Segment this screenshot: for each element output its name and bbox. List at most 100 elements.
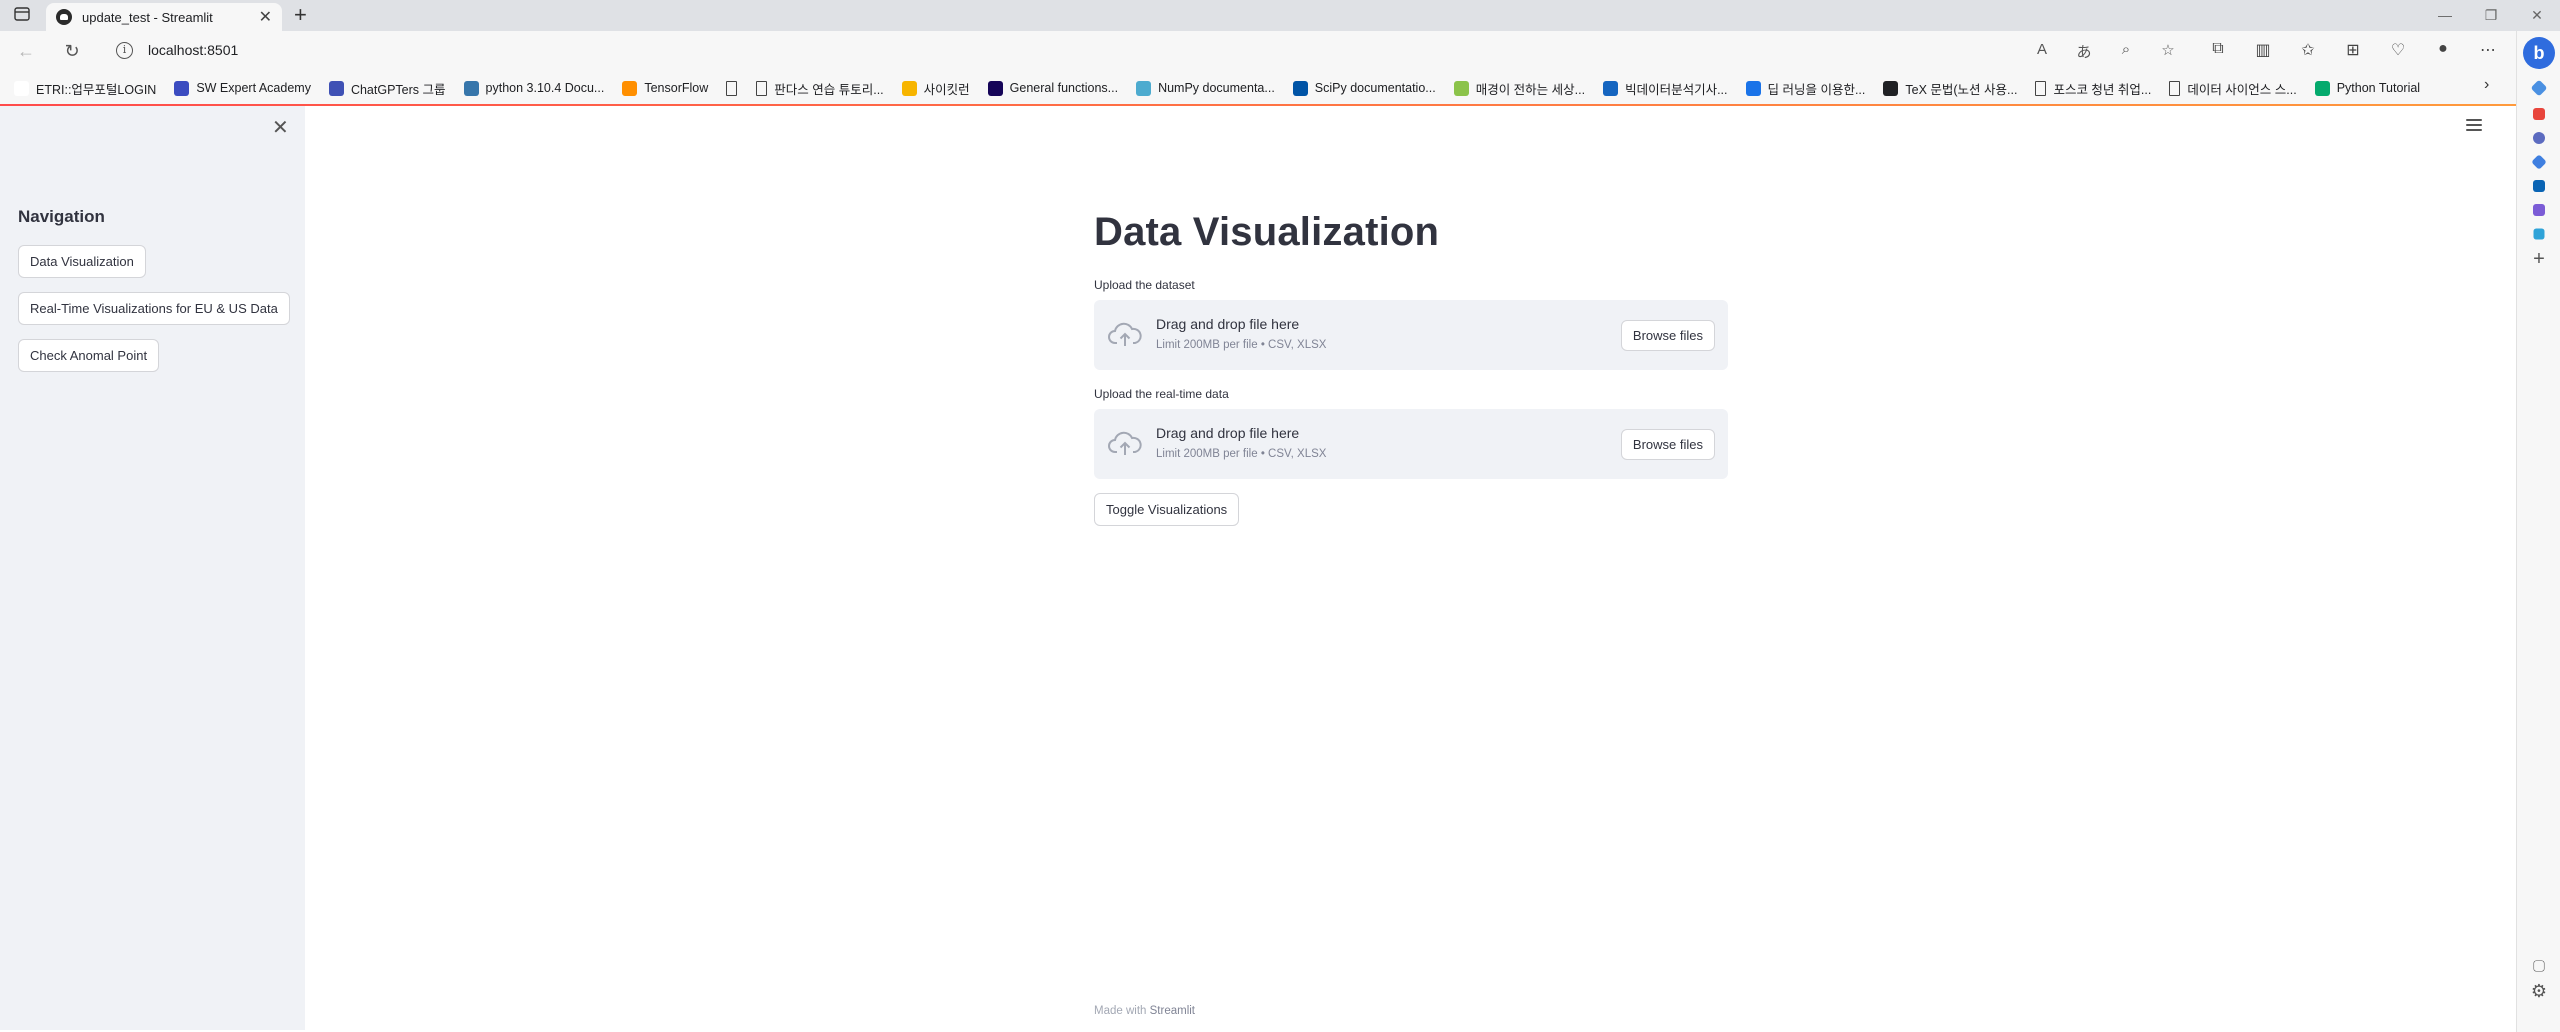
page-icon — [756, 80, 768, 96]
site-info-icon[interactable]: i — [116, 42, 133, 59]
bookmark-label: 사이킷런 — [923, 82, 970, 97]
nav-check-anomal-point-button[interactable]: Check Anomal Point — [18, 339, 160, 372]
bookmark-label: General functions... — [1009, 81, 1119, 95]
favorite-star-icon[interactable]: ☆ — [2158, 41, 2178, 62]
bookmark-item[interactable]: 빅데이터분석기사... — [1603, 79, 1728, 98]
close-tab-icon[interactable]: ✕ — [259, 7, 272, 27]
bookmark-item[interactable]: 사이킷런 — [901, 79, 970, 98]
tensorflow-icon — [622, 80, 638, 96]
k-icon — [1603, 80, 1619, 96]
tab-actions-icon[interactable] — [14, 7, 32, 23]
favorites-icon[interactable]: ✩ — [2296, 40, 2320, 60]
bookmark-item[interactable]: python 3.10.4 Docu... — [463, 80, 605, 96]
tools-briefcase-icon[interactable] — [2533, 108, 2545, 120]
translate-icon[interactable]: あ — [2074, 41, 2094, 62]
address-bar-actions: A あ ⌕ ☆ — [2032, 41, 2178, 62]
nav-realtime-visualizations-button[interactable]: Real-Time Visualizations for EU & US Dat… — [18, 292, 290, 325]
swea-icon — [174, 80, 190, 96]
footer-prefix: Made with — [1094, 1005, 1147, 1017]
bookmark-item[interactable]: TensorFlow — [622, 80, 709, 96]
bookmark-label: 빅데이터분석기사... — [1625, 82, 1728, 97]
bookmark-label: 판다스 연습 튜토리... — [774, 82, 884, 97]
close-window-icon[interactable]: ✕ — [2514, 0, 2560, 31]
main-content: Data Visualization Upload the dataset Dr… — [1094, 210, 1728, 526]
dataset-drop-text: Drag and drop file here — [1156, 316, 1300, 332]
bookmark-item[interactable]: 데이터 사이언스 스... — [2169, 79, 2297, 98]
restore-icon[interactable]: ❐ — [2468, 0, 2514, 31]
dataset-limit-text: Limit 200MB per file • CSV, XLSX — [1156, 339, 1327, 351]
games-icon[interactable] — [2533, 132, 2545, 144]
bookmark-item[interactable]: Python Tutorial — [2314, 80, 2420, 96]
browser-toolbar: ← ↻ i localhost:8501 A あ ⌕ ☆ ⧉ ▥ ✩ ⊞ ♡ ●… — [0, 31, 2560, 72]
browser-action-icons: ⧉ ▥ ✩ ⊞ ♡ ● ⋯ — [2206, 40, 2500, 60]
bookmarks-more-icon[interactable]: › — [2484, 76, 2489, 94]
address-bar[interactable]: i localhost:8501 — [102, 35, 2022, 67]
browser-essentials-icon[interactable]: ♡ — [2386, 40, 2410, 60]
drop-icon[interactable] — [2533, 228, 2545, 240]
profile-avatar-icon[interactable]: ● — [2431, 40, 2455, 60]
bookmark-item[interactable]: ETRI::업무포털LOGIN — [14, 79, 156, 98]
sidebar-heading: Navigation — [18, 207, 105, 226]
streamlit-link[interactable]: Streamlit — [1150, 1005, 1195, 1017]
toggle-visualizations-button[interactable]: Toggle Visualizations — [1094, 493, 1240, 526]
footer: Made with Streamlit — [1094, 1005, 1195, 1017]
new-tab-icon[interactable]: + — [294, 4, 307, 26]
bookmark-item[interactable]: 매경이 전하는 세상... — [1453, 79, 1586, 98]
split-screen-icon[interactable]: ▥ — [2251, 40, 2275, 60]
outlook-icon[interactable] — [2533, 180, 2545, 192]
numpy-icon — [1136, 80, 1152, 96]
streamlit-favicon-icon — [56, 9, 72, 25]
main-menu-hamburger-icon[interactable] — [2466, 119, 2482, 133]
python-icon — [463, 80, 479, 96]
add-sidebar-app-icon[interactable]: + — [2529, 249, 2549, 269]
collections-icon[interactable]: ⊞ — [2341, 40, 2365, 60]
hide-sidebar-icon[interactable] — [2533, 960, 2545, 972]
w3-icon — [2314, 80, 2330, 96]
page-icon — [2169, 80, 2181, 96]
page-icon — [2035, 80, 2047, 96]
reload-icon[interactable]: ↻ — [60, 39, 84, 63]
close-sidebar-icon[interactable]: ✕ — [272, 118, 289, 138]
bookmark-label: TensorFlow — [644, 81, 709, 95]
browser-tab-active[interactable]: update_test - Streamlit ✕ — [46, 3, 282, 31]
shopping-tag-icon[interactable] — [2530, 79, 2548, 97]
bing-copilot-icon[interactable]: b — [2523, 37, 2555, 69]
realtime-dropzone[interactable]: Drag and drop file here Limit 200MB per … — [1094, 409, 1728, 479]
bookmark-label: 포스코 청년 취업... — [2053, 82, 2152, 97]
bookmark-item[interactable] — [726, 80, 744, 96]
bookmark-item[interactable]: NumPy documenta... — [1136, 80, 1275, 96]
back-icon[interactable]: ← — [14, 39, 38, 63]
bookmark-label: 매경이 전하는 세상... — [1475, 82, 1586, 97]
browser-tab-bar: update_test - Streamlit ✕ + — ❐ ✕ — [0, 0, 2560, 31]
dataset-dropzone[interactable]: Drag and drop file here Limit 200MB per … — [1094, 300, 1728, 370]
leaf-icon — [1453, 80, 1469, 96]
minimize-icon[interactable]: — — [2422, 0, 2468, 31]
bookmark-item[interactable]: 판다스 연습 튜토리... — [756, 79, 884, 98]
upload-cloud-icon — [1108, 431, 1142, 455]
url-text[interactable]: localhost:8501 — [148, 42, 238, 58]
sidebar-settings-gear-icon[interactable]: ⚙ — [2529, 981, 2549, 1001]
bookmark-item[interactable]: 딥 러닝을 이용한... — [1745, 79, 1865, 98]
window-controls: — ❐ ✕ — [2422, 0, 2560, 31]
realtime-browse-files-button[interactable]: Browse files — [1620, 429, 1715, 460]
extensions-icon[interactable]: ⧉ — [2206, 40, 2230, 60]
bookmark-item[interactable]: ChatGPTers 그룹 — [328, 79, 446, 98]
nav-data-visualization-button[interactable]: Data Visualization — [18, 245, 146, 278]
realtime-upload-label: Upload the real-time data — [1094, 387, 1229, 401]
chart-icon — [901, 80, 917, 96]
read-aloud-icon[interactable]: A — [2032, 41, 2052, 62]
tab-title: update_test - Streamlit — [82, 9, 213, 25]
dataset-browse-files-button[interactable]: Browse files — [1620, 320, 1715, 351]
zoom-icon[interactable]: ⌕ — [2116, 41, 2136, 62]
microsoft365-icon[interactable] — [2531, 154, 2547, 170]
more-menu-icon[interactable]: ⋯ — [2476, 40, 2500, 60]
ribbon-icon — [14, 80, 29, 96]
bookmark-item[interactable]: SW Expert Academy — [174, 80, 311, 96]
bookmark-item[interactable]: TeX 문법(노션 사용... — [1883, 79, 2017, 98]
bookmark-item[interactable]: 포스코 청년 취업... — [2035, 79, 2151, 98]
bookmark-label: python 3.10.4 Docu... — [485, 81, 605, 95]
bookmark-item[interactable]: General functions... — [987, 80, 1119, 96]
bookmark-item[interactable]: SciPy documentatio... — [1292, 80, 1436, 96]
designer-icon[interactable] — [2533, 204, 2545, 216]
realtime-drop-text: Drag and drop file here — [1156, 425, 1300, 441]
